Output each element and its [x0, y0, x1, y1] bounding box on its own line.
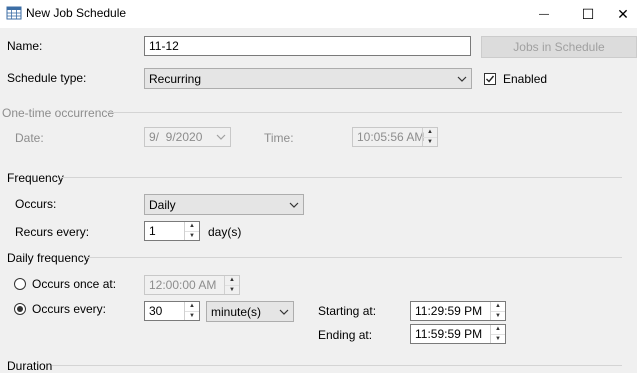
name-value: 11-12 [149, 39, 179, 53]
jobs-in-schedule-label: Jobs in Schedule [513, 40, 605, 54]
chevron-down-icon [289, 202, 299, 208]
occurs-once-label: Occurs once at: [32, 277, 117, 291]
occurs-select[interactable]: Daily [144, 194, 304, 215]
chevron-down-icon [457, 76, 467, 82]
name-input[interactable]: 11-12 [144, 36, 471, 56]
schedule-type-value: Recurring [149, 71, 202, 86]
occurs-every-spinner[interactable]: ▲ ▼ [184, 302, 199, 320]
one-time-divider [107, 112, 622, 113]
schedule-type-select[interactable]: Recurring [144, 68, 472, 89]
spin-up-icon[interactable]: ▲ [185, 302, 199, 311]
recurs-every-input[interactable]: 1 ▲ ▼ [144, 221, 200, 241]
spin-down-icon[interactable]: ▼ [225, 284, 239, 295]
spin-down-icon[interactable]: ▼ [185, 310, 199, 321]
check-icon [486, 75, 495, 83]
time-label: Time: [264, 131, 294, 145]
chevron-down-icon [216, 134, 226, 140]
occurs-every-radio[interactable] [14, 303, 26, 315]
date-value: 9/ 9/2020 [149, 130, 203, 144]
occurs-every-unit-select[interactable]: minute(s) [206, 301, 294, 322]
occurs-every-value: 30 [149, 304, 163, 318]
occurs-once-radio[interactable] [14, 278, 26, 290]
occurs-every-unit-value: minute(s) [211, 304, 262, 319]
enabled-checkbox[interactable] [484, 73, 496, 85]
recurs-every-value: 1 [149, 224, 156, 238]
jobs-in-schedule-button[interactable]: Jobs in Schedule [481, 36, 637, 58]
spin-up-icon[interactable]: ▲ [491, 325, 505, 334]
close-icon: ✕ [617, 5, 629, 22]
daily-frequency-heading: Daily frequency [7, 251, 90, 265]
occurs-once-spinner[interactable]: ▲ ▼ [224, 276, 239, 294]
ending-at-label: Ending at: [318, 328, 373, 342]
duration-heading: Duration [7, 359, 53, 373]
recurs-every-label: Recurs every: [15, 225, 90, 239]
close-button[interactable]: ✕ [609, 0, 637, 28]
date-picker[interactable]: 9/ 9/2020 [144, 127, 231, 147]
window-title: New Job Schedule [26, 6, 127, 20]
enabled-label: Enabled [503, 72, 548, 86]
time-input[interactable]: 10:05:56 AM ▲ ▼ [352, 127, 438, 147]
spin-down-icon[interactable]: ▼ [423, 136, 437, 147]
spin-down-icon[interactable]: ▼ [491, 310, 505, 321]
minimize-icon: — [539, 8, 549, 20]
occurs-label: Occurs: [15, 197, 57, 211]
occurs-value: Daily [149, 197, 176, 212]
maximize-icon: ☐ [581, 5, 595, 22]
duration-divider [52, 365, 622, 366]
spin-up-icon[interactable]: ▲ [491, 302, 505, 311]
spin-up-icon[interactable]: ▲ [423, 128, 437, 137]
ending-at-value: 11:59:59 PM [415, 327, 483, 341]
name-label: Name: [7, 39, 43, 53]
recurs-unit-label: day(s) [208, 225, 242, 239]
recurs-spinner[interactable]: ▲ ▼ [184, 222, 199, 240]
occurs-once-time-input[interactable]: 12:00:00 AM ▲ ▼ [144, 275, 240, 295]
time-spinner[interactable]: ▲ ▼ [422, 128, 437, 146]
radio-selected-dot [17, 306, 23, 312]
ending-at-spinner[interactable]: ▲ ▼ [490, 325, 505, 343]
ending-at-input[interactable]: 11:59:59 PM ▲ ▼ [410, 324, 506, 344]
frequency-divider [62, 177, 622, 178]
maximize-button[interactable]: ☐ [565, 0, 611, 28]
one-time-occurrence-heading: One-time occurrence [2, 106, 115, 120]
time-value: 10:05:56 AM [357, 130, 425, 144]
chevron-down-icon [279, 309, 289, 315]
spin-down-icon[interactable]: ▼ [185, 230, 199, 241]
daily-frequency-divider [86, 257, 622, 258]
starting-at-spinner[interactable]: ▲ ▼ [490, 302, 505, 320]
spin-down-icon[interactable]: ▼ [491, 333, 505, 344]
minimize-button[interactable]: — [521, 0, 567, 28]
starting-at-label: Starting at: [318, 304, 377, 318]
schedule-type-label: Schedule type: [7, 71, 87, 85]
calendar-grid-icon [6, 6, 22, 20]
frequency-heading: Frequency [7, 171, 64, 185]
starting-at-input[interactable]: 11:29:59 PM ▲ ▼ [410, 301, 506, 321]
occurs-every-input[interactable]: 30 ▲ ▼ [144, 301, 200, 321]
spin-up-icon[interactable]: ▲ [225, 276, 239, 285]
spin-up-icon[interactable]: ▲ [185, 222, 199, 231]
date-label: Date: [15, 131, 44, 145]
occurs-once-time-value: 12:00:00 AM [149, 278, 217, 292]
starting-at-value: 11:29:59 PM [415, 304, 483, 318]
occurs-every-label: Occurs every: [32, 302, 107, 316]
